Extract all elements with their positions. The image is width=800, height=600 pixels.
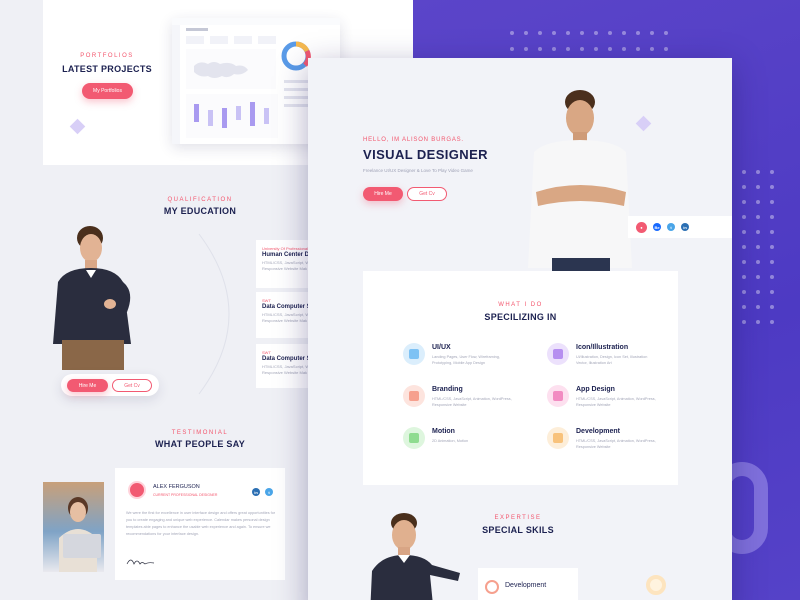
skill-badge-icon [646, 575, 666, 595]
testimonial-title: WHAT PEOPLE SAY [154, 439, 245, 449]
person-laptop-illustration [59, 497, 101, 572]
service-item-branding: Branding HTML/CSS, JavaScript, Animation… [403, 385, 543, 415]
hero-subtitle: Freelance UI/UX Designer & Love To Play … [363, 168, 473, 173]
service-title: Icon/Illustration [576, 344, 629, 351]
my-portfolios-button[interactable]: My Portfolios [82, 83, 133, 99]
hero-social-bar: ● Be t in [628, 216, 732, 238]
education-eyebrow: QUALIFICATION [167, 197, 233, 203]
service-desc: 2D Animation, Motion [432, 439, 469, 443]
service-title: Development [576, 428, 620, 435]
service-item-development: Development HTML/CSS, JavaScript, Animat… [547, 427, 687, 457]
illustration-icon [547, 343, 569, 365]
hero-title: VISUAL DESIGNER [363, 147, 488, 162]
service-title: App Design [576, 386, 615, 393]
service-desc: HTML/CSS, JavaScript, Animation, WordPre… [576, 439, 656, 449]
signature-image [126, 559, 155, 565]
services-section: WHAT I DO SPECILIZING IN UI/UX Landing P… [363, 271, 678, 485]
front-page: HELLO, IM ALISON BURGAS. VISUAL DESIGNER… [308, 58, 732, 600]
motion-icon [403, 427, 425, 449]
decor-diamond [69, 118, 86, 135]
app-design-icon [547, 385, 569, 407]
education-hire-button[interactable]: Hire Me [67, 379, 108, 392]
service-title: Motion [432, 428, 455, 435]
hero-hire-button[interactable]: Hire Me [363, 187, 403, 201]
twitter-icon[interactable]: t [667, 223, 675, 231]
skill-ring-icon [485, 580, 499, 594]
development-icon [547, 427, 569, 449]
service-desc: HTML/CSS, JavaScript, Animation, WordPre… [576, 397, 656, 407]
testimonial-side-photo [43, 482, 104, 572]
decor-dots-top [510, 31, 668, 51]
services-title: SPECILIZING IN [484, 312, 557, 322]
testimonial-name: ALEX FERGUSON [153, 484, 200, 490]
service-desc: Ui/Illustration, Design, Icon Set, Illus… [576, 355, 648, 365]
hero-cv-button[interactable]: Get Cv [407, 187, 447, 201]
skill-label: Development [505, 582, 547, 589]
skills-eyebrow: EXPERTISE [494, 515, 542, 521]
ui-ux-icon [403, 343, 425, 365]
linkedin-icon[interactable]: in [252, 488, 260, 496]
service-item-illustration: Icon/Illustration Ui/Illustration, Desig… [547, 343, 687, 373]
dribbble-icon[interactable]: ● [636, 221, 647, 233]
skills-title: SPECIAL SKILS [482, 525, 554, 535]
education-person-photo [53, 226, 131, 370]
education-title: MY EDUCATION [163, 206, 237, 216]
testimonial-card: ALEX FERGUSON CURRENT PROFESSIONAL DESIG… [115, 468, 285, 580]
service-desc: HTML/CSS, JavaScript, Animation, WordPre… [432, 397, 512, 407]
hero-person-photo [528, 90, 632, 272]
hero-hello: HELLO, IM ALISON BURGAS. [363, 137, 464, 143]
testimonial-quote: We were the first for excellence in user… [126, 511, 276, 536]
testimonial-avatar [128, 481, 146, 499]
service-item-app-design: App Design HTML/CSS, JavaScript, Animati… [547, 385, 687, 415]
behance-icon[interactable]: Be [653, 223, 661, 231]
portfolio-eyebrow: PORTFOLIOS [80, 53, 134, 59]
testimonial-role: CURRENT PROFESSIONAL DESIGNER [153, 493, 218, 497]
testimonial-eyebrow: TESTIMONIAL [171, 430, 229, 436]
linkedin-icon[interactable]: in [681, 223, 689, 231]
skills-person-photo [370, 513, 460, 600]
decor-diamond [635, 115, 652, 132]
service-title: Branding [432, 386, 463, 393]
portfolio-title: LATEST PROJECTS [62, 64, 152, 74]
service-item-ui-ux: UI/UX Landing Pages, User Flow, Wirefram… [403, 343, 543, 373]
service-item-motion: Motion 2D Animation, Motion [403, 427, 543, 457]
education-cv-button[interactable]: Get Cv [112, 379, 152, 392]
twitter-icon[interactable]: t [265, 488, 273, 496]
services-eyebrow: WHAT I DO [498, 302, 543, 308]
decor-dots-right [742, 170, 774, 324]
skill-card: Development [478, 568, 578, 600]
service-desc: Landing Pages, User Flow, Wireframing, P… [432, 355, 500, 365]
branding-icon [403, 385, 425, 407]
service-title: UI/UX [432, 344, 451, 351]
